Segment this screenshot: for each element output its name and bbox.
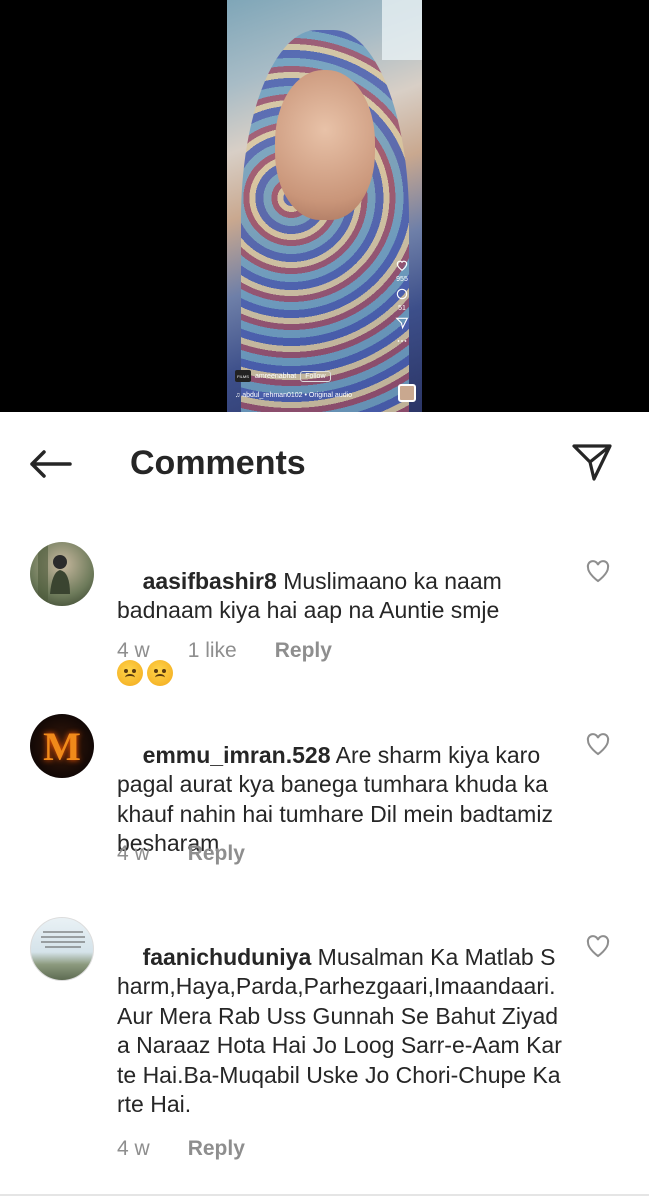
paper-plane-icon	[572, 444, 612, 481]
person-face	[275, 70, 375, 220]
person-photo	[38, 542, 70, 606]
video-frame[interactable]: 955 51 FILMS amreenabhat Follow ♫ abdul_…	[227, 0, 422, 412]
angry-face-icon	[117, 659, 143, 686]
comment-icon[interactable]	[395, 287, 409, 301]
share-icon[interactable]	[395, 316, 409, 330]
comment-username[interactable]: aasifbashir8	[143, 568, 277, 594]
films-logo: FILMS	[235, 370, 251, 382]
avatar-letter: M	[43, 723, 81, 769]
comment-meta: 4 w Reply	[117, 1137, 283, 1161]
video-player-area[interactable]: 955 51 FILMS amreenabhat Follow ♫ abdul_…	[0, 0, 649, 412]
comment-username[interactable]: faanichuduniya	[143, 944, 312, 970]
back-button[interactable]	[26, 444, 74, 484]
video-username[interactable]: amreenabhat	[255, 373, 296, 380]
audio-text: abdul_rehman0102 • Original audio	[242, 392, 353, 399]
video-side-actions: 955 51	[390, 258, 414, 348]
like-count: 955	[396, 276, 408, 283]
reply-button[interactable]: Reply	[188, 1137, 245, 1161]
comment-likes[interactable]: 1 like	[188, 639, 237, 663]
more-icon[interactable]	[395, 334, 409, 348]
video-user-row: FILMS amreenabhat Follow	[235, 370, 331, 382]
comment-time: 4 w	[117, 639, 150, 662]
reply-button[interactable]: Reply	[275, 639, 332, 663]
avatar[interactable]	[30, 917, 94, 981]
comment-meta: 4 w Reply	[117, 842, 283, 866]
comment-time: 4 w	[117, 1137, 150, 1160]
reply-button[interactable]: Reply	[188, 842, 245, 866]
heart-icon[interactable]	[395, 258, 409, 272]
comments-header	[0, 412, 649, 512]
avatar[interactable]: M	[30, 714, 94, 778]
comment-meta: 4 w 1 like Reply	[117, 639, 370, 663]
arrow-left-icon	[30, 450, 72, 478]
heart-icon[interactable]	[585, 934, 611, 958]
divider	[0, 1194, 649, 1196]
page-title: Comments	[130, 444, 306, 482]
comment-time: 4 w	[117, 842, 150, 865]
audio-label[interactable]: ♫ abdul_rehman0102 • Original audio	[235, 392, 352, 399]
heart-icon[interactable]	[585, 732, 611, 756]
audio-thumbnail[interactable]	[398, 384, 416, 402]
comment-username[interactable]: emmu_imran.528	[143, 742, 331, 768]
quote-image	[41, 931, 85, 948]
comment-count: 51	[398, 305, 406, 312]
comment-text-block: faanichuduniya Musalman Ka Matlab Sharm,…	[117, 913, 562, 1149]
background-window	[382, 0, 422, 60]
avatar[interactable]	[30, 542, 94, 606]
heart-icon[interactable]	[585, 559, 611, 583]
share-button[interactable]	[568, 440, 616, 484]
follow-button[interactable]: Follow	[300, 370, 331, 382]
angry-face-icon	[147, 659, 173, 686]
